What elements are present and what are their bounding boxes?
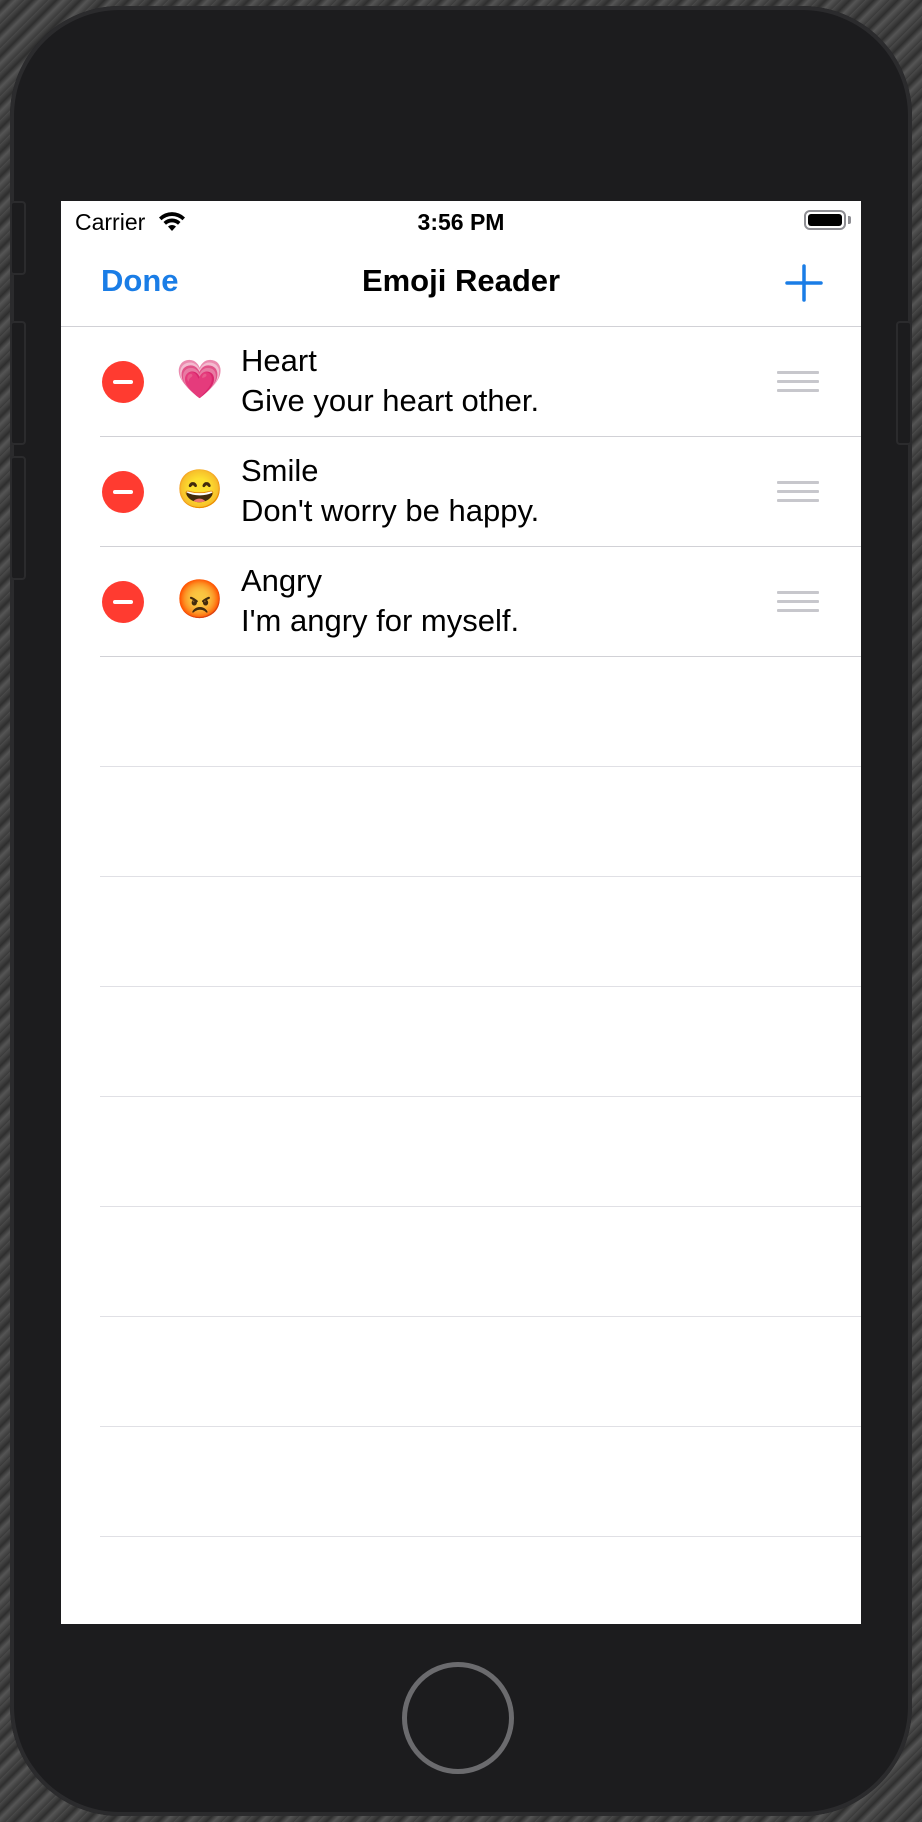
volume-up-button [10, 321, 26, 445]
delete-minus-icon[interactable] [102, 361, 144, 403]
battery-level-fill [808, 214, 842, 226]
reorder-handle-icon[interactable] [777, 481, 819, 503]
emoji-table: 💗 Heart Give your heart other. 😄 Smile D… [61, 327, 861, 1537]
row-subtitle: Give your heart other. [241, 383, 540, 418]
table-row[interactable]: 😡 Angry I'm angry for myself. [61, 547, 861, 657]
emoji-symbol: 😡 [176, 579, 224, 621]
battery-icon [804, 210, 846, 230]
row-title: Heart [241, 343, 317, 378]
mute-switch [10, 201, 26, 275]
empty-table-row [61, 657, 861, 767]
emoji-symbol: 😄 [176, 469, 224, 511]
empty-table-row [61, 1207, 861, 1317]
empty-table-row [61, 767, 861, 877]
empty-table-row [61, 987, 861, 1097]
row-subtitle: Don't worry be happy. [241, 493, 540, 528]
volume-down-button [10, 456, 26, 580]
status-bar: Carrier 3:56 PM [61, 201, 861, 241]
app-screen: Carrier 3:56 PM Done Emoji Reader 💗 Hear… [61, 201, 861, 1624]
row-texts: Angry I'm angry for myself. [241, 561, 519, 641]
empty-table-row [61, 1427, 861, 1537]
empty-table-row [61, 1097, 861, 1207]
table-row[interactable]: 💗 Heart Give your heart other. [61, 327, 861, 437]
power-button [896, 321, 912, 445]
status-time: 3:56 PM [417, 209, 505, 235]
plus-icon[interactable] [784, 263, 824, 303]
table-row[interactable]: 😄 Smile Don't worry be happy. [61, 437, 861, 547]
delete-minus-icon[interactable] [102, 471, 144, 513]
navigation-bar: Done Emoji Reader [61, 241, 861, 327]
row-separator [100, 1536, 861, 1537]
battery-tip [848, 216, 851, 224]
reorder-handle-icon[interactable] [777, 591, 819, 613]
home-button[interactable] [402, 1662, 514, 1774]
reorder-handle-icon[interactable] [777, 371, 819, 393]
row-title: Angry [241, 563, 322, 598]
row-title: Smile [241, 453, 319, 488]
empty-table-row [61, 1317, 861, 1427]
page-title: Emoji Reader [361, 263, 561, 298]
delete-minus-icon[interactable] [102, 581, 144, 623]
row-texts: Heart Give your heart other. [241, 341, 539, 421]
row-subtitle: I'm angry for myself. [241, 603, 520, 638]
emoji-symbol: 💗 [176, 359, 224, 401]
empty-table-row [61, 877, 861, 987]
row-texts: Smile Don't worry be happy. [241, 451, 539, 531]
